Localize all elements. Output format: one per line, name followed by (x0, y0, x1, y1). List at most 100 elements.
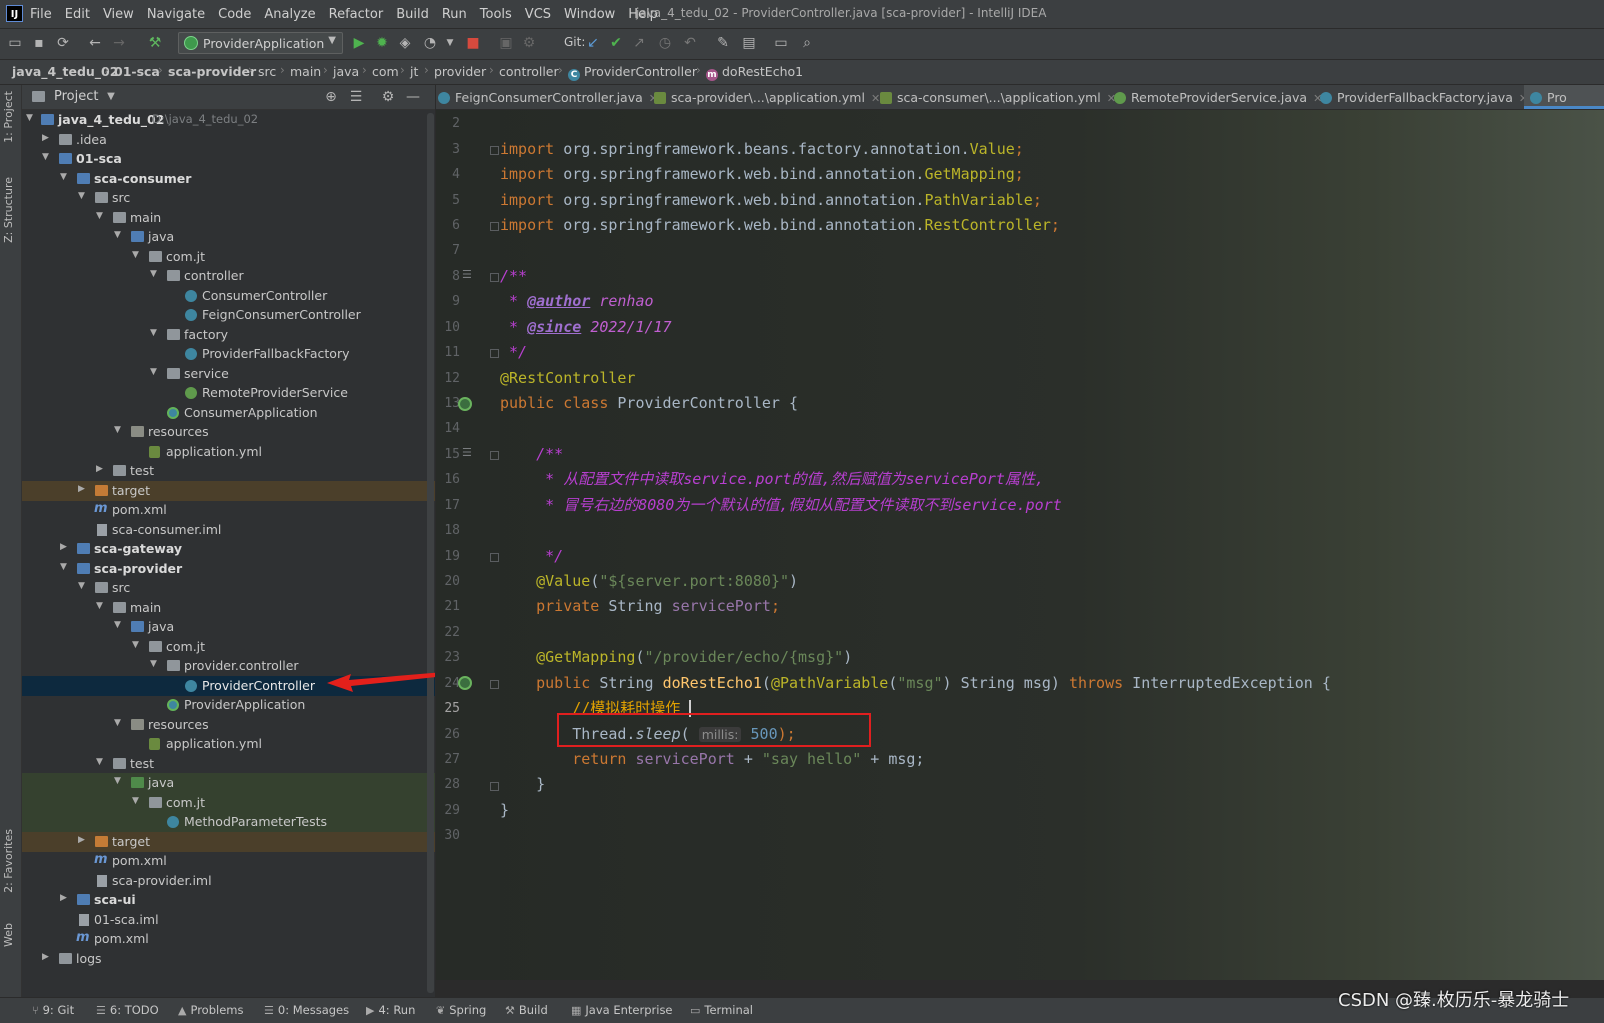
presentation-icon[interactable]: ▭ (772, 34, 790, 52)
expanded-arrow-icon[interactable]: ▼ (114, 776, 124, 786)
collapsed-arrow-icon[interactable]: ▶ (60, 542, 70, 552)
tree-row[interactable]: ▼ 01-sca (22, 149, 435, 169)
tool-tab-structure[interactable]: Z: Structure (2, 177, 15, 243)
menu-file[interactable]: File (30, 7, 52, 22)
tool-tab-messages[interactable]: ☰ 0: Messages (264, 1003, 349, 1017)
collapsed-arrow-icon[interactable]: ▶ (96, 464, 106, 474)
build-hammer-icon[interactable]: ⚒ (146, 34, 164, 52)
tree-row[interactable]: ▼ src (22, 188, 435, 208)
save-icon[interactable]: ▪ (30, 34, 48, 52)
attach-icon[interactable]: ▣ (497, 34, 515, 52)
tree-row[interactable]: ▼ factory (22, 325, 435, 345)
rendered-doc-icon[interactable]: ☰ (462, 446, 472, 459)
expanded-arrow-icon[interactable]: ▼ (96, 211, 106, 221)
expanded-arrow-icon[interactable]: ▼ (114, 718, 124, 728)
tool-tab-git[interactable]: ⑂ 9: Git (32, 1003, 74, 1017)
dependencies-icon[interactable]: ⚙ (520, 34, 538, 52)
hide-panel-icon[interactable]: — (404, 88, 422, 106)
tree-row[interactable]: ▶ test (22, 461, 435, 481)
tool-tab-java-enterprise[interactable]: ▦ Java Enterprise (571, 1003, 673, 1017)
spring-bean-gutter-icon[interactable] (458, 397, 472, 411)
project-panel-title[interactable]: Project (54, 89, 98, 104)
fold-marker-icon[interactable] (490, 680, 499, 689)
collapsed-arrow-icon[interactable]: ▶ (78, 484, 88, 494)
tree-row[interactable]: ▼ java (22, 227, 435, 247)
gear-icon[interactable]: ⚙ (379, 88, 397, 106)
breadcrumb-item[interactable]: java_4_tedu_02 (12, 64, 118, 79)
menu-navigate[interactable]: Navigate (147, 7, 205, 22)
project-panel-scrollbar[interactable] (427, 113, 434, 993)
collapsed-arrow-icon[interactable]: ▶ (42, 133, 52, 143)
tree-row[interactable]: ▶ sca-ui (22, 890, 435, 910)
profile-icon[interactable]: ◔ (421, 34, 439, 52)
tree-row[interactable]: m pom.xml (22, 500, 435, 520)
fold-marker-icon[interactable] (490, 273, 499, 282)
fold-marker-icon[interactable] (490, 146, 499, 155)
tree-row[interactable]: sca-consumer.iml (22, 520, 435, 540)
tool-tab-build[interactable]: ⚒ Build (505, 1003, 548, 1017)
locate-file-icon[interactable]: ⊕ (322, 88, 340, 106)
expanded-arrow-icon[interactable]: ▼ (150, 367, 160, 377)
git-history-icon[interactable]: ◷ (656, 34, 674, 52)
breadcrumb-item[interactable]: java (333, 64, 359, 79)
collapsed-arrow-icon[interactable]: ▶ (42, 952, 52, 962)
tree-row[interactable]: ▼ com.jt (22, 247, 435, 267)
fold-marker-icon[interactable] (490, 782, 499, 791)
tree-row[interactable]: ▼ sca-consumer (22, 169, 435, 189)
tree-row[interactable]: 01-sca.iml (22, 910, 435, 930)
tool-tab-problems[interactable]: ▲ Problems (178, 1003, 243, 1017)
tree-row[interactable]: ▼ com.jt (22, 793, 435, 813)
expanded-arrow-icon[interactable]: ▼ (26, 113, 36, 123)
tree-row[interactable]: ▼ resources (22, 422, 435, 442)
editor-tab[interactable]: ProviderFallbackFactory.java✕ (1320, 85, 1528, 109)
tree-row[interactable]: ▼ resources (22, 715, 435, 735)
fold-marker-icon[interactable] (490, 451, 499, 460)
view-mode-dropdown-icon[interactable]: ▼ (102, 88, 120, 106)
tree-row[interactable]: ▼ main (22, 598, 435, 618)
coverage-icon[interactable]: ◈ (396, 34, 414, 52)
tree-row[interactable]: m pom.xml (22, 851, 435, 871)
tree-row[interactable]: ▶ target (22, 832, 435, 852)
tree-row[interactable]: ProviderApplication (22, 695, 435, 715)
project-structure-icon[interactable]: ▤ (740, 34, 758, 52)
stop-icon[interactable]: ■ (464, 34, 482, 52)
breadcrumb-item[interactable]: 01-sca (114, 64, 160, 79)
menu-view[interactable]: View (103, 7, 134, 22)
breadcrumb-item-class[interactable]: C ProviderController (568, 64, 697, 81)
tool-tab-todo[interactable]: ☰ 6: TODO (96, 1003, 159, 1017)
editor-tab[interactable]: sca-provider\...\application.yml ✕ (654, 85, 880, 109)
expanded-arrow-icon[interactable]: ▼ (78, 581, 88, 591)
expanded-arrow-icon[interactable]: ▼ (42, 152, 52, 162)
search-icon[interactable]: ⌕ (798, 34, 816, 52)
expanded-arrow-icon[interactable]: ▼ (150, 659, 160, 669)
tool-tab-terminal[interactable]: ▭ Terminal (690, 1003, 753, 1017)
collapsed-arrow-icon[interactable]: ▶ (60, 893, 70, 903)
open-folder-icon[interactable]: ▭ (6, 34, 24, 52)
editor-tab[interactable]: RemoteProviderService.java ✕ (1114, 85, 1322, 109)
breadcrumb-item[interactable]: jt (410, 64, 418, 79)
git-rollback-icon[interactable]: ↶ (681, 34, 699, 52)
tree-row[interactable]: ▼ test (22, 754, 435, 774)
tree-row[interactable]: ▼ sca-provider (22, 559, 435, 579)
tool-tab-project[interactable]: 1: Project (2, 91, 15, 143)
expanded-arrow-icon[interactable]: ▼ (60, 562, 70, 572)
tree-row[interactable]: ▼ java (22, 617, 435, 637)
menu-tools[interactable]: Tools (480, 7, 512, 22)
tree-row[interactable]: RemoteProviderService (22, 383, 435, 403)
fold-marker-icon[interactable] (490, 222, 499, 231)
tree-row[interactable]: ▼ service (22, 364, 435, 384)
editor-tab[interactable]: sca-consumer\...\application.yml ✕ (880, 85, 1116, 109)
tree-row[interactable]: ▼ controller (22, 266, 435, 286)
tree-row[interactable]: ▼ com.jt (22, 637, 435, 657)
expanded-arrow-icon[interactable]: ▼ (96, 601, 106, 611)
tree-row[interactable]: sca-provider.iml (22, 871, 435, 891)
menu-analyze[interactable]: Analyze (264, 7, 315, 22)
tree-row[interactable]: ▶ .idea (22, 130, 435, 150)
debug-icon[interactable]: ✹ (373, 34, 391, 52)
menu-refactor[interactable]: Refactor (329, 7, 384, 22)
menu-window[interactable]: Window (564, 7, 615, 22)
git-update-icon[interactable]: ↙ (584, 34, 602, 52)
spring-endpoint-gutter-icon[interactable] (458, 676, 472, 690)
forward-arrow-icon[interactable]: → (110, 34, 128, 52)
breadcrumb-item[interactable]: provider (434, 64, 486, 79)
